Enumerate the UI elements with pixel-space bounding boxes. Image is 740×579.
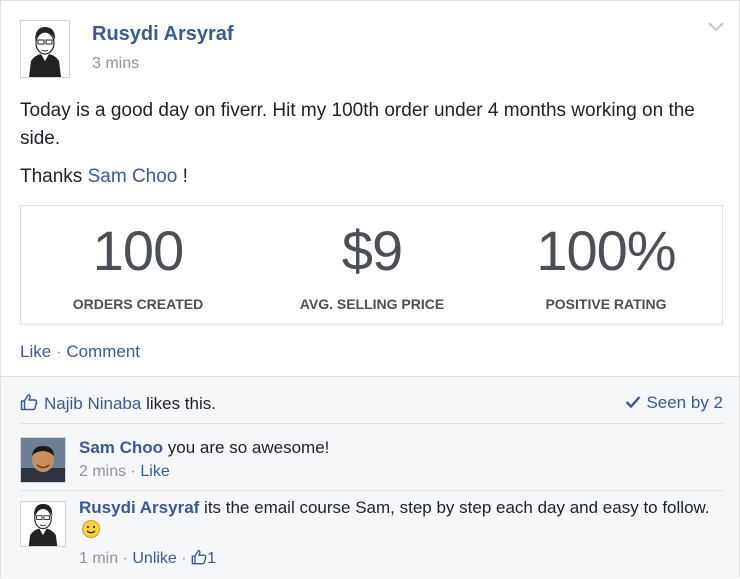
- comment-like-button[interactable]: Like: [140, 463, 169, 480]
- action-separator: ·: [55, 342, 62, 361]
- thumbs-up-icon: [20, 394, 38, 411]
- stat-label: POSITIVE RATING: [545, 296, 667, 312]
- seen-label: Seen by 2: [646, 393, 723, 412]
- comment-text: its the email course Sam, step by step e…: [199, 498, 710, 517]
- feed-post: Rusydi Arsyraf 3 mins Today is a good da…: [0, 0, 740, 579]
- comment-author-link[interactable]: Rusydi Arsyraf: [79, 498, 199, 517]
- post-author-name[interactable]: Rusydi Arsyraf: [92, 23, 234, 46]
- stats-card[interactable]: 100 ORDERS CREATED $9 AVG. SELLING PRICE…: [20, 205, 723, 325]
- likes-summary: Najib Ninaba likes this.: [20, 393, 216, 414]
- post-actions: Like · Comment: [20, 342, 140, 362]
- comment-timestamp[interactable]: 2 mins: [79, 463, 126, 480]
- liker-name-link[interactable]: Najib Ninaba: [44, 394, 141, 413]
- like-count-value: 1: [207, 550, 216, 567]
- comment-text: you are so awesome!: [163, 438, 330, 457]
- stat-label: ORDERS CREATED: [72, 296, 204, 312]
- comment-meta: 1 min · Unlike · 1: [79, 549, 216, 568]
- like-button[interactable]: Like: [20, 342, 51, 361]
- divider: [20, 490, 724, 491]
- comment-unlike-button[interactable]: Unlike: [132, 550, 176, 567]
- seen-by-indicator[interactable]: Seen by 2: [625, 393, 723, 413]
- post-body: Today is a good day on fiverr. Hit my 10…: [20, 100, 695, 149]
- avatar-illustration: [21, 21, 69, 77]
- stat-value: 100: [92, 219, 184, 282]
- stat-label: AVG. SELLING PRICE: [299, 296, 445, 312]
- stat-value: $9: [341, 219, 403, 282]
- comment-meta: 2 mins · Like: [79, 463, 170, 481]
- avatar-illustration: [21, 502, 65, 546]
- comment-like-count[interactable]: 1: [191, 550, 216, 567]
- comment-author-link[interactable]: Sam Choo: [79, 438, 163, 457]
- thumbs-up-icon: [191, 550, 207, 565]
- stat-rating: 100% POSITIVE RATING: [489, 206, 723, 326]
- avatar-photo: [21, 438, 65, 482]
- likes-suffix: likes this.: [141, 394, 216, 413]
- comment-button[interactable]: Comment: [66, 342, 140, 361]
- stat-avg-price: $9 AVG. SELLING PRICE: [255, 206, 489, 326]
- check-icon: [626, 396, 641, 409]
- author-avatar[interactable]: [20, 20, 70, 78]
- meta-separator: ·: [130, 463, 136, 480]
- comment-body: Sam Choo you are so awesome!: [79, 437, 719, 459]
- post-timestamp[interactable]: 3 mins: [92, 55, 139, 73]
- comment-avatar[interactable]: [20, 437, 66, 483]
- comment-avatar[interactable]: [20, 501, 66, 547]
- feedback-section: Najib Ninaba likes this. Seen by 2 Sam C…: [1, 376, 739, 579]
- divider: [20, 423, 724, 424]
- comment-body: Rusydi Arsyraf its the email course Sam,…: [79, 497, 719, 541]
- comment-timestamp[interactable]: 1 min: [79, 550, 118, 567]
- tagged-user-link[interactable]: Sam Choo: [88, 166, 178, 187]
- meta-separator: ·: [122, 550, 128, 567]
- thanks-prefix: Thanks: [20, 166, 88, 187]
- stat-value: 100%: [536, 219, 676, 282]
- thanks-suffix: !: [177, 166, 188, 187]
- meta-separator: ·: [181, 550, 187, 567]
- stat-orders: 100 ORDERS CREATED: [21, 206, 255, 326]
- chevron-down-icon[interactable]: [707, 21, 725, 33]
- post-thanks-line: Thanks Sam Choo !: [20, 163, 188, 191]
- smiley-emoji-icon: [82, 520, 100, 538]
